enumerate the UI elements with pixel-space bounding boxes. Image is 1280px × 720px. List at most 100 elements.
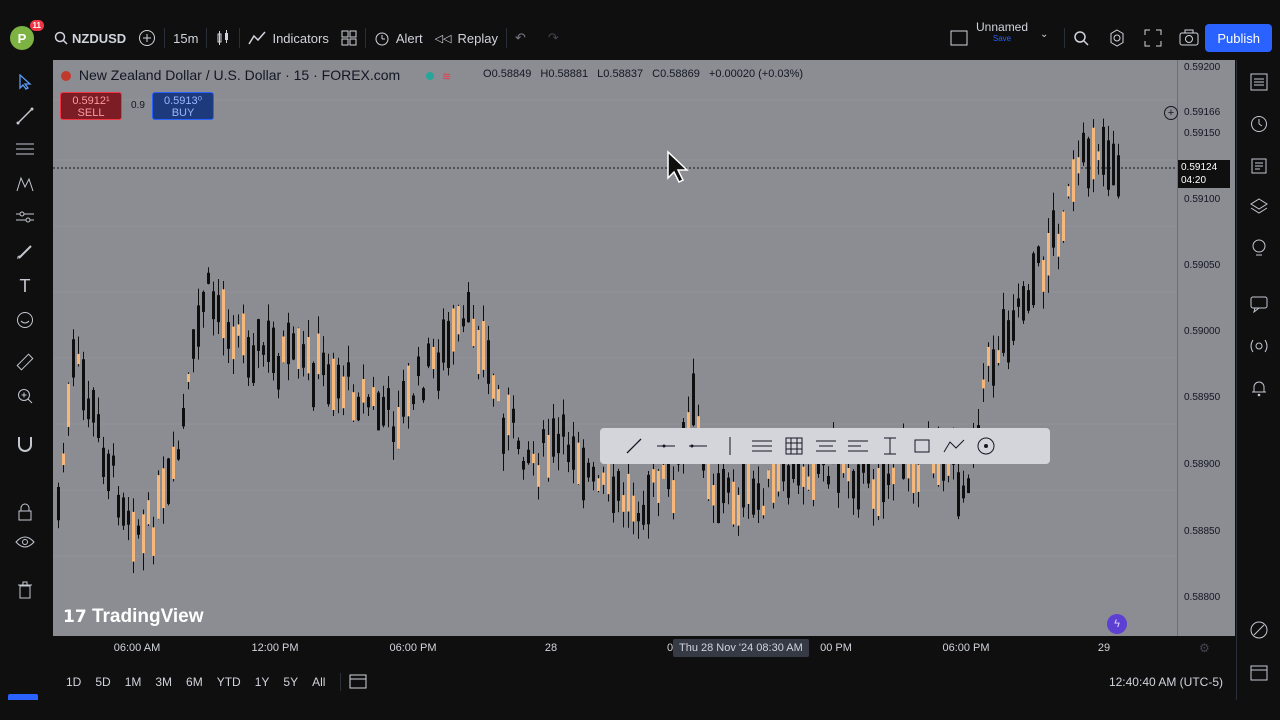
rectangle-icon[interactable] bbox=[908, 432, 936, 460]
range-5y-button[interactable]: 5Y bbox=[276, 675, 305, 689]
candle-body bbox=[812, 461, 815, 500]
zoom-icon[interactable] bbox=[13, 384, 37, 408]
snapshot-button[interactable] bbox=[1179, 29, 1199, 50]
candle-body bbox=[872, 479, 875, 509]
redo-button[interactable]: ↷ bbox=[542, 24, 565, 52]
candle-body bbox=[887, 473, 890, 486]
emoji-icon[interactable] bbox=[13, 308, 37, 332]
publish-button[interactable]: Publish bbox=[1205, 24, 1272, 52]
trash-icon[interactable] bbox=[13, 578, 37, 602]
candle-body bbox=[487, 340, 490, 384]
buy-button[interactable]: 0.5913⁰ BUY bbox=[152, 92, 214, 120]
lock-icon[interactable] bbox=[13, 500, 37, 524]
range-1d-button[interactable]: 1D bbox=[59, 675, 88, 689]
trendline-tool-icon[interactable] bbox=[620, 432, 648, 460]
brush-icon[interactable] bbox=[13, 240, 37, 264]
candle-body bbox=[1062, 211, 1065, 241]
price-range-icon[interactable] bbox=[876, 432, 904, 460]
candle-body bbox=[302, 344, 305, 368]
buy-label: BUY bbox=[171, 107, 195, 119]
gear-icon bbox=[1110, 29, 1124, 47]
layout-name-button[interactable]: Unnamed Save bbox=[976, 21, 1028, 44]
symbol-search-button[interactable]: NZDUSD bbox=[48, 24, 132, 52]
range-1m-button[interactable]: 1M bbox=[118, 675, 149, 689]
candle-body bbox=[107, 453, 110, 492]
fib-extension-icon[interactable] bbox=[844, 432, 872, 460]
range-3m-button[interactable]: 3M bbox=[148, 675, 179, 689]
candle-body bbox=[957, 472, 960, 517]
compare-button[interactable] bbox=[132, 24, 162, 52]
vertical-line-icon[interactable] bbox=[716, 432, 744, 460]
gann-grid-icon[interactable] bbox=[780, 432, 808, 460]
layers-icon[interactable] bbox=[1247, 194, 1271, 218]
quick-search-button[interactable] bbox=[1072, 29, 1090, 50]
axis-settings-icon[interactable]: ⚙ bbox=[1199, 641, 1210, 655]
ideas-icon[interactable] bbox=[1247, 236, 1271, 260]
parallel-channel-icon[interactable] bbox=[748, 432, 776, 460]
chart-pane[interactable]: New Zealand Dollar / U.S. Dollar · 15 · … bbox=[53, 60, 1177, 636]
candle-body bbox=[412, 395, 415, 405]
calendar-icon[interactable] bbox=[1247, 660, 1271, 684]
notifications-icon[interactable] bbox=[1247, 376, 1271, 400]
chart-type-button[interactable] bbox=[209, 24, 237, 52]
candle-body bbox=[1117, 155, 1120, 197]
watchlist-icon[interactable] bbox=[1247, 70, 1271, 94]
fullscreen-icon bbox=[1144, 29, 1162, 47]
fullscreen-button[interactable] bbox=[1144, 29, 1162, 50]
chat-icon[interactable] bbox=[1247, 292, 1271, 316]
candle-body bbox=[327, 364, 330, 405]
lightning-icon[interactable]: ϟ bbox=[1107, 614, 1127, 634]
tradingview-logo[interactable]: 𝟭𝟳 TradingView bbox=[63, 606, 204, 628]
candle-body bbox=[252, 345, 255, 383]
candle-body bbox=[722, 468, 725, 504]
target-tool-icon[interactable] bbox=[972, 432, 1000, 460]
user-avatar[interactable]: P 11 bbox=[10, 20, 44, 50]
target-icon[interactable] bbox=[1247, 618, 1271, 642]
panel-toggle[interactable] bbox=[8, 694, 38, 700]
replay-button[interactable]: ◁◁ Replay bbox=[429, 24, 504, 52]
time-axis[interactable]: 06:00 AM 12:00 PM 06:00 PM 28 0 Thu 28 N… bbox=[53, 636, 1210, 662]
pattern-icon[interactable] bbox=[13, 172, 37, 196]
settings-button[interactable] bbox=[1108, 29, 1126, 50]
timezone-clock[interactable]: 12:40:40 AM (UTC-5) bbox=[1109, 675, 1223, 689]
crosshair-add-icon[interactable]: + bbox=[1164, 106, 1178, 120]
candle-body bbox=[377, 392, 380, 431]
price-axis[interactable]: 0.59200 + 0.59166 0.59150 0.59124 04:20 … bbox=[1164, 60, 1235, 636]
candle-body bbox=[197, 305, 200, 347]
candle-body bbox=[1032, 253, 1035, 306]
layout-select-button[interactable] bbox=[944, 24, 974, 52]
interval-button[interactable]: 15m bbox=[167, 24, 204, 52]
range-6m-button[interactable]: 6M bbox=[179, 675, 210, 689]
range-1y-button[interactable]: 1Y bbox=[248, 675, 277, 689]
cursor-icon[interactable] bbox=[13, 70, 37, 94]
candle-body bbox=[372, 387, 375, 407]
magnet-icon[interactable] bbox=[13, 432, 37, 456]
trendline-icon[interactable] bbox=[13, 104, 37, 128]
horizontal-ray-icon[interactable] bbox=[652, 432, 680, 460]
horizontal-line-icon[interactable] bbox=[684, 432, 712, 460]
templates-button[interactable] bbox=[335, 24, 363, 52]
undo-button[interactable]: ↶ bbox=[509, 24, 532, 52]
indicators-button[interactable]: Indicators bbox=[242, 24, 334, 52]
candle-body bbox=[642, 504, 645, 525]
time-tick: 06:00 PM bbox=[942, 642, 990, 654]
chevron-down-icon[interactable]: ⌄ bbox=[1040, 29, 1048, 40]
range-ytd-button[interactable]: YTD bbox=[210, 675, 248, 689]
alerts-icon[interactable] bbox=[1247, 112, 1271, 136]
candle-body bbox=[427, 343, 430, 367]
alert-button[interactable]: Alert bbox=[368, 24, 429, 52]
range-all-button[interactable]: All bbox=[305, 675, 332, 689]
range-5d-button[interactable]: 5D bbox=[88, 675, 117, 689]
eye-icon[interactable] bbox=[13, 530, 37, 554]
prediction-icon[interactable] bbox=[13, 206, 37, 230]
stream-icon[interactable] bbox=[1247, 334, 1271, 358]
ruler-icon[interactable] bbox=[13, 350, 37, 374]
news-icon[interactable] bbox=[1247, 154, 1271, 178]
text-icon[interactable]: T bbox=[13, 274, 37, 298]
path-icon[interactable] bbox=[940, 432, 968, 460]
sell-button[interactable]: 0.5912¹ SELL bbox=[60, 92, 122, 120]
fib-icon[interactable] bbox=[13, 138, 37, 162]
fib-retracement-icon[interactable] bbox=[812, 432, 840, 460]
candle-body bbox=[652, 469, 655, 483]
goto-date-button[interactable] bbox=[349, 673, 367, 692]
